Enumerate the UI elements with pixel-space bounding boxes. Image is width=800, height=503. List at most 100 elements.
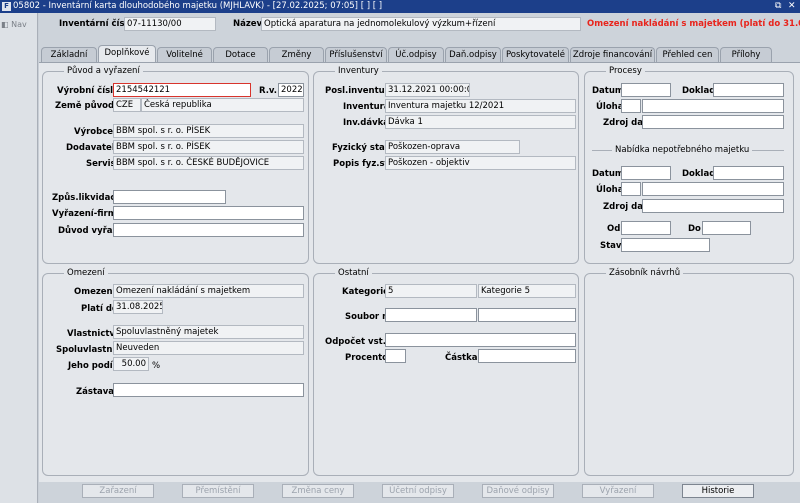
nav-label: Nav — [11, 20, 27, 29]
close-icon[interactable]: ✕ — [788, 0, 796, 13]
tab-prislusenstvi[interactable]: Příslušenství — [325, 47, 387, 63]
nab-uloha-name-field[interactable] — [642, 182, 784, 196]
kategorie-name-field[interactable]: Kategorie 5 — [478, 284, 576, 298]
tab-prilohy[interactable]: Přílohy — [720, 47, 772, 63]
nav-toggle[interactable]: ◧ Nav — [1, 20, 27, 29]
nab-datum-field[interactable] — [621, 166, 671, 180]
spoluvlastnik-label: Spoluvlastník — [56, 345, 121, 355]
zeme-code-field[interactable]: CZE — [113, 98, 141, 112]
tab-zdroje-financovani[interactable]: Zdroje financování — [570, 47, 655, 63]
nab-uloha-code-field[interactable] — [621, 182, 641, 196]
nab-stav-label: Stav — [600, 241, 622, 251]
panel-puvod-title: Původ a vyřazení — [64, 66, 143, 76]
window-titlebar: F 05802 - Inventární karta dlouhodobého … — [0, 0, 800, 13]
nab-do-field[interactable] — [702, 221, 751, 235]
popis-fyz-field[interactable]: Poškozen - objektiv — [385, 156, 576, 170]
kategorie-code-field[interactable]: 5 — [385, 284, 477, 298]
castka-label: Částka — [445, 353, 478, 363]
tab-prehled-cen[interactable]: Přehled cen — [656, 47, 719, 63]
rv-label: R.v. — [259, 86, 278, 96]
zastava-field[interactable] — [113, 383, 304, 397]
tab-zmeny[interactable]: Změny — [269, 47, 324, 63]
nazev-label: Název — [233, 19, 263, 29]
panel-zasobnik-title: Zásobník návrhů — [606, 268, 684, 278]
soubor-code-field[interactable] — [385, 308, 477, 322]
dodavatel-label: Dodavatel — [66, 143, 115, 153]
vyrazeni-button[interactable]: Vyřazení — [582, 484, 654, 498]
inventura-field[interactable]: Inventura majetku 12/2021 — [385, 99, 576, 113]
vyrobce-label: Výrobce — [74, 127, 114, 137]
castka-field[interactable] — [478, 349, 576, 363]
proc-uloha-name-field[interactable] — [642, 99, 784, 113]
panel-ostatni — [313, 273, 579, 476]
fyz-stav-label: Fyzický stav — [332, 143, 391, 153]
premisteni-button[interactable]: Přemístění — [182, 484, 254, 498]
proc-doklad-field[interactable] — [713, 83, 784, 97]
nab-uloha-label: Úloha — [596, 185, 624, 195]
vyrobni-cislo-label: Výrobní číslo — [57, 86, 119, 96]
nab-od-field[interactable] — [621, 221, 671, 235]
vlastnictvi-field[interactable]: Spoluvlastněný majetek — [113, 325, 304, 339]
zastava-label: Zástava — [76, 387, 115, 397]
soubor-name-field[interactable] — [478, 308, 576, 322]
odpocet-field[interactable] — [385, 333, 576, 347]
panel-omezeni-title: Omezení — [64, 268, 108, 278]
vyrobni-cislo-field[interactable]: 2154542121 — [113, 83, 251, 97]
tab-volitelne[interactable]: Volitelné — [157, 47, 212, 63]
omezeni-field[interactable]: Omezení nakládání s majetkem — [113, 284, 304, 298]
tab-dotace[interactable]: Dotace — [213, 47, 268, 63]
nab-zdroj-label: Zdroj dat — [603, 202, 648, 212]
fyz-stav-field[interactable]: Poškozen-oprava — [385, 140, 520, 154]
inv-davka-field[interactable]: Dávka 1 — [385, 115, 576, 129]
nab-doklad-field[interactable] — [713, 166, 784, 180]
proc-uloha-code-field[interactable] — [621, 99, 641, 113]
likvidace-field[interactable] — [113, 190, 226, 204]
proc-datum-label: Datum — [592, 86, 624, 96]
historie-button[interactable]: Historie — [682, 484, 754, 498]
procento-field[interactable] — [385, 349, 406, 363]
zeme-name-field[interactable]: Česká republika — [141, 98, 304, 112]
podil-field[interactable]: 50.00 — [113, 357, 149, 371]
duvod-field[interactable] — [113, 223, 304, 237]
vyrazeni-firma-label: Vyřazení-firma — [52, 209, 123, 219]
vyrazeni-firma-field[interactable] — [113, 206, 304, 220]
nabidka-title: Nabídka nepotřebného majetku — [612, 145, 753, 155]
tab-dan-odpisy[interactable]: Daň.odpisy — [445, 47, 501, 63]
proc-doklad-label: Doklad — [682, 86, 716, 96]
inventura-label: Inventura — [343, 102, 390, 112]
posl-inventura-field[interactable]: 31.12.2021 00:00:00 — [385, 83, 470, 97]
nab-stav-field[interactable] — [621, 238, 710, 252]
ucetni-odpisy-button[interactable]: Účetní odpisy — [382, 484, 454, 498]
danove-odpisy-button[interactable]: Daňové odpisy — [482, 484, 554, 498]
panel-zasobnik — [584, 273, 794, 476]
nazev-field[interactable]: Optická aparatura na jednomolekulový výz… — [261, 17, 581, 31]
zmena-ceny-button[interactable]: Změna ceny — [282, 484, 354, 498]
podil-unit: % — [152, 361, 161, 371]
vlastnictvi-label: Vlastnictví — [67, 329, 118, 339]
tab-zakladni[interactable]: Základní — [41, 47, 97, 63]
tab-uc-odpisy[interactable]: Úč.odpisy — [388, 47, 444, 63]
nav-icon: ◧ — [1, 20, 9, 29]
podil-label: Jeho podíl — [68, 361, 116, 371]
proc-datum-field[interactable] — [621, 83, 671, 97]
servis-label: Servis — [86, 159, 116, 169]
left-nav-panel: ◧ Nav — [0, 13, 38, 503]
inv-cislo-field[interactable]: 07-11130/00 — [124, 17, 216, 31]
spoluvlastnik-field[interactable]: Neuveden — [113, 341, 304, 355]
tab-poskytovatele[interactable]: Poskytovatelé — [502, 47, 569, 63]
proc-zdroj-field[interactable] — [642, 115, 784, 129]
zeme-label: Země původu — [55, 101, 121, 111]
nab-od-label: Od — [607, 224, 621, 234]
vyrobce-field[interactable]: BBM spol. s r. o. PÍSEK — [113, 124, 304, 138]
plati-do-field[interactable]: 31.08.2025 — [113, 300, 163, 314]
panel-ostatni-title: Ostatní — [335, 268, 372, 278]
dodavatel-field[interactable]: BBM spol. s r. o. PÍSEK — [113, 140, 304, 154]
nab-doklad-label: Doklad — [682, 169, 716, 179]
zarazeni-button[interactable]: Zařazení — [82, 484, 154, 498]
proc-uloha-label: Úloha — [596, 102, 624, 112]
servis-field[interactable]: BBM spol. s r. o. ČESKÉ BUDĚJOVICE — [113, 156, 304, 170]
nab-zdroj-field[interactable] — [642, 199, 784, 213]
rv-field[interactable]: 2022 — [278, 83, 304, 97]
restriction-warning: Omezení nakládání s majetkem (platí do 3… — [587, 19, 800, 29]
restore-icon[interactable]: ⧉ — [775, 0, 781, 13]
